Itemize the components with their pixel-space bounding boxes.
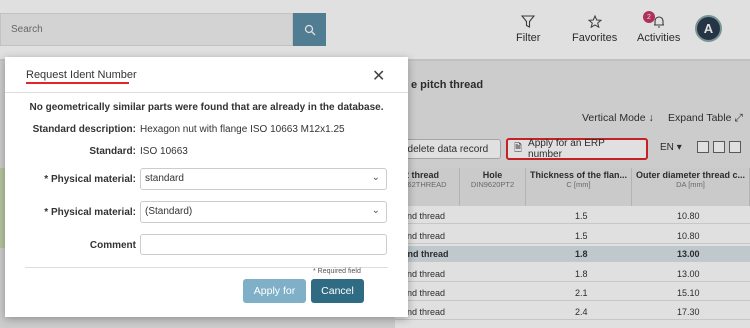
dialog-title: Request Ident Number xyxy=(26,69,137,81)
required-note: * Required field xyxy=(313,268,361,275)
standard-label: Standard: xyxy=(89,146,136,157)
cancel-button[interactable]: Cancel xyxy=(311,279,364,303)
physical-material-label: * Physical material: xyxy=(44,174,136,185)
chevron-down-icon: ⌄ xyxy=(371,205,380,216)
std-desc-value: Hexagon nut with flange ISO 10663 M12x1.… xyxy=(140,124,345,135)
close-button[interactable]: ✕ xyxy=(372,66,385,86)
physical-material-value: standard xyxy=(145,173,184,184)
physical-material-2-value: (Standard) xyxy=(145,206,193,217)
physical-material-select[interactable]: standard ⌄ xyxy=(140,168,387,190)
std-desc-label: Standard description: xyxy=(32,124,136,135)
chevron-down-icon: ⌄ xyxy=(371,172,380,183)
comment-label: Comment xyxy=(89,240,136,251)
title-underline xyxy=(26,82,129,84)
divider xyxy=(5,92,408,93)
info-message: No geometrically similar parts were foun… xyxy=(29,102,384,113)
close-icon: ✕ xyxy=(372,68,386,85)
request-ident-dialog: Request Ident Number ✕ No geometrically … xyxy=(5,57,408,317)
cancel-label: Cancel xyxy=(321,285,354,297)
apply-label: Apply for xyxy=(253,285,296,297)
standard-value: ISO 10663 xyxy=(140,146,188,157)
apply-button[interactable]: Apply for xyxy=(243,279,306,303)
comment-input[interactable] xyxy=(140,234,387,255)
physical-material-2-label: * Physical material: xyxy=(44,207,136,218)
physical-material-2-select[interactable]: (Standard) ⌄ xyxy=(140,201,387,223)
